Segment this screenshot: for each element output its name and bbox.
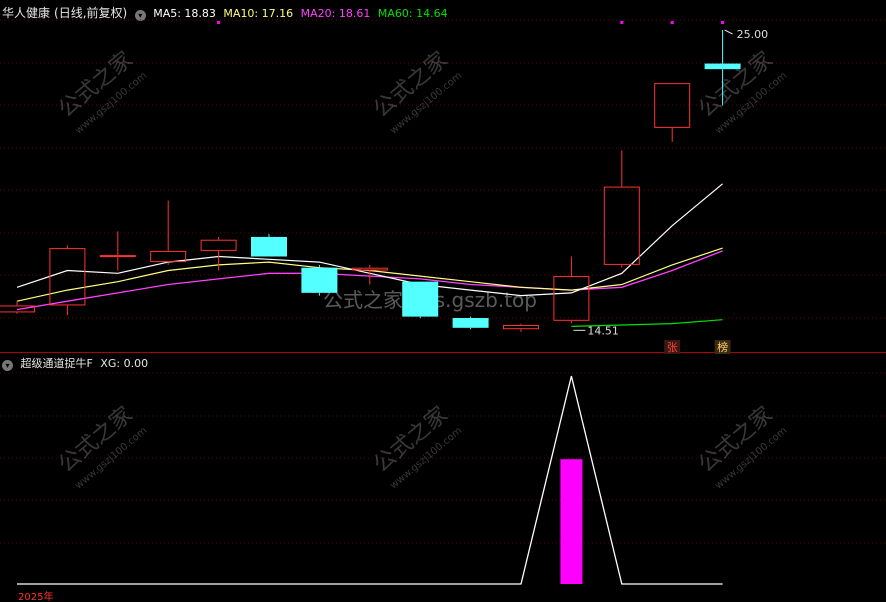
watermark-stamp: 公式之家www.gszj100.com bbox=[369, 47, 464, 136]
candle bbox=[251, 234, 287, 257]
candle-body bbox=[99, 255, 136, 258]
candle bbox=[49, 245, 86, 316]
candle bbox=[99, 231, 136, 271]
candle-body bbox=[704, 63, 741, 70]
candle bbox=[503, 323, 539, 332]
candle-body bbox=[553, 276, 590, 321]
high-pointer bbox=[724, 29, 733, 35]
candle-body bbox=[351, 267, 388, 271]
candle bbox=[301, 264, 338, 296]
candle bbox=[654, 83, 691, 142]
top-marker bbox=[721, 21, 725, 24]
low-price-label: 14.51 bbox=[587, 324, 619, 337]
signal-bar bbox=[560, 459, 583, 584]
candle bbox=[603, 150, 640, 268]
watermark-stamp: 公式之家www.gszj100.com bbox=[694, 47, 789, 136]
candle-body bbox=[49, 248, 86, 306]
candle-body bbox=[503, 325, 539, 330]
top-marker bbox=[620, 21, 624, 24]
watermark-layer: 公式之家www.gszj100.com 公式之家www.gszj100.com 公式… bbox=[54, 47, 789, 491]
tag-zhang-text: 张 bbox=[667, 341, 678, 354]
watermark-stamp: 公式之家www.gszj100.com bbox=[54, 402, 149, 491]
candle bbox=[452, 316, 489, 330]
candle-body bbox=[452, 318, 489, 328]
top-markers bbox=[217, 21, 725, 24]
candle bbox=[200, 236, 237, 271]
candle bbox=[351, 264, 388, 285]
watermark-stamp: 公式之家www.gszj100.com bbox=[694, 402, 789, 491]
stock-chart-window: 华人健康 (日线,前复权) ▾ MA5: 18.83 MA10: 17.16 MA… bbox=[0, 0, 886, 602]
candle-body bbox=[251, 236, 287, 257]
candle-body bbox=[603, 186, 640, 265]
watermark-stamp: 公式之家www.gszj100.com bbox=[369, 402, 464, 491]
high-price-label: 25.00 bbox=[737, 28, 769, 41]
candle bbox=[402, 281, 439, 319]
candle-body bbox=[150, 250, 187, 263]
top-marker bbox=[217, 21, 221, 24]
tag-bang-text: 榜 bbox=[717, 340, 728, 354]
candle-body bbox=[402, 281, 439, 317]
price-chart[interactable]: 公式之家www.gszj100.com 公式之家www.gszj100.com 公式… bbox=[0, 0, 886, 602]
year-label: 2025年 bbox=[18, 590, 53, 602]
candle-body bbox=[301, 267, 338, 293]
candle-body bbox=[200, 239, 237, 251]
top-marker bbox=[670, 21, 674, 24]
watermark-stamp: 公式之家www.gszj100.com bbox=[54, 47, 149, 136]
